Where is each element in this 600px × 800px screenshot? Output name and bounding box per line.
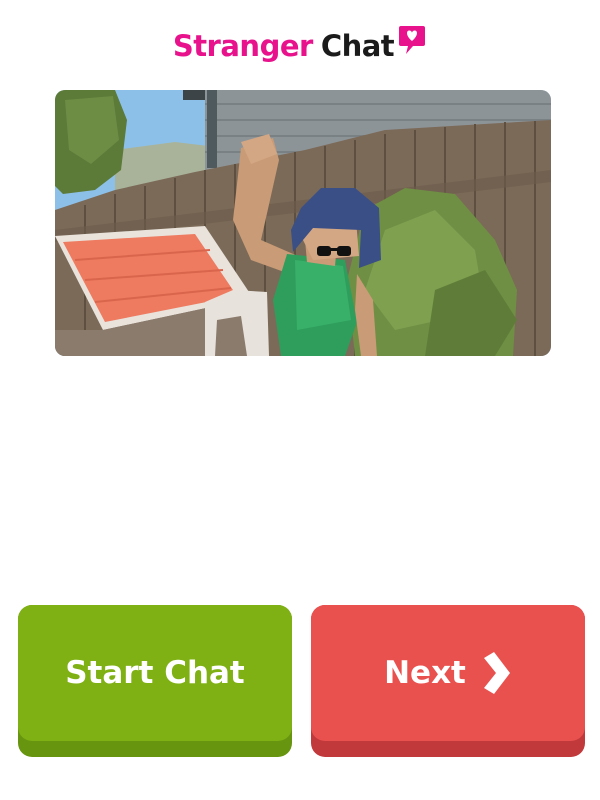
start-chat-label: Start Chat <box>65 655 245 691</box>
next-button[interactable]: Next <box>311 605 585 757</box>
logo-word-chat: Chat <box>320 29 395 63</box>
stranger-chat-screen: Stranger Chat Start Chat Next <box>0 0 600 800</box>
heart-bubble-icon <box>399 25 426 54</box>
start-chat-face[interactable]: Start Chat <box>18 605 292 741</box>
chevron-right-icon <box>483 652 510 694</box>
stranger-video-feed <box>55 90 551 356</box>
logo-word-stranger: Stranger <box>172 29 314 63</box>
next-label: Next <box>384 655 466 691</box>
start-chat-button[interactable]: Start Chat <box>18 605 292 757</box>
next-face[interactable]: Next <box>311 605 585 741</box>
app-logo: Stranger Chat <box>0 25 600 63</box>
